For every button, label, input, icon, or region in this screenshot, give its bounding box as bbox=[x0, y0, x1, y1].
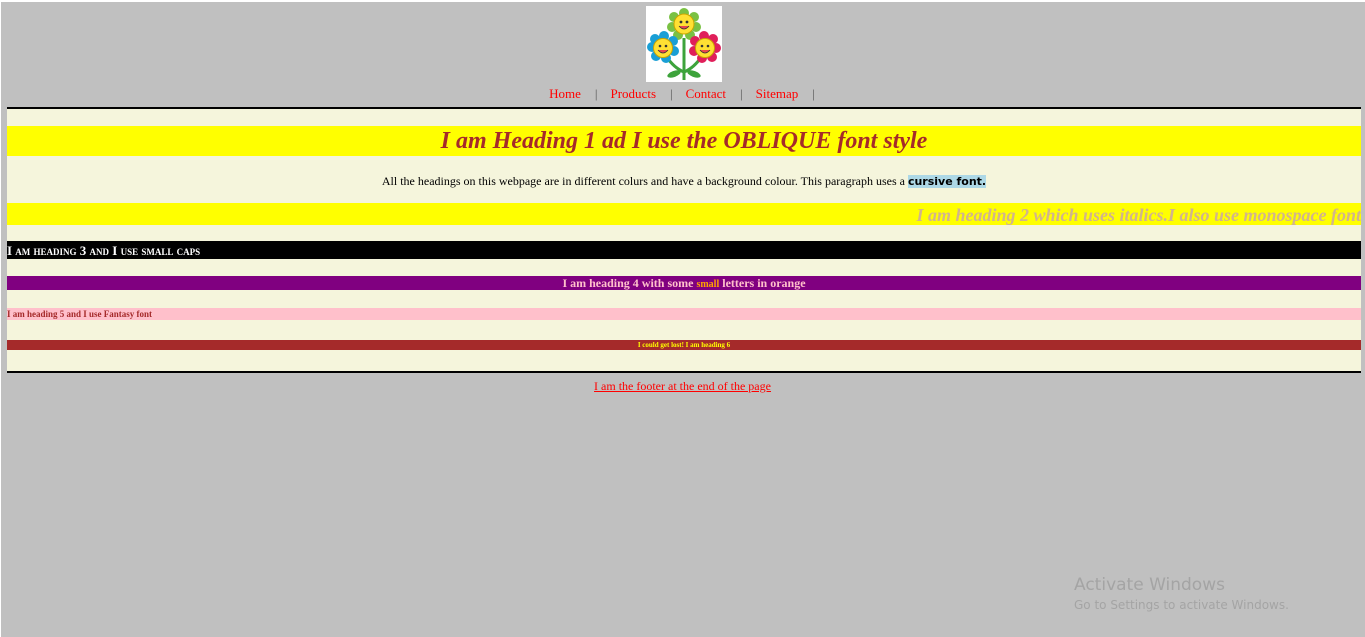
activate-windows-watermark: Activate Windows Go to Settings to activ… bbox=[1074, 574, 1289, 614]
nav-products-link[interactable]: Products bbox=[611, 86, 657, 101]
nav-separator: | bbox=[812, 86, 815, 101]
intro-paragraph: All the headings on this webpage are in … bbox=[7, 173, 1361, 190]
heading-2-text: I am heading 2 which uses italics.I also… bbox=[916, 205, 1361, 225]
nav-contact-link[interactable]: Contact bbox=[686, 86, 726, 101]
nav-separator: | bbox=[740, 86, 743, 101]
nav-separator: | bbox=[594, 86, 598, 101]
intro-paragraph-text: All the headings on this webpage are in … bbox=[381, 174, 908, 188]
main-nav: Home | Products | Contact | Sitemap | bbox=[0, 86, 1365, 102]
heading-4-small-word: small bbox=[696, 279, 720, 290]
heading-4: I am heading 4 with some small letters i… bbox=[7, 276, 1361, 290]
watermark-subtitle: Go to Settings to activate Windows. bbox=[1074, 598, 1289, 612]
nav-sitemap-link[interactable]: Sitemap bbox=[756, 86, 799, 101]
heading-6: I could get lost! I am heading 6 bbox=[7, 340, 1361, 350]
footer-link[interactable]: I am the footer at the end of the page bbox=[594, 379, 771, 393]
cursive-font-highlight: cursive font. bbox=[907, 175, 987, 188]
top-edge bbox=[0, 0, 1365, 2]
heading-1: I am Heading 1 ad I use the OBLIQUE font… bbox=[7, 126, 1361, 156]
main-content: I am Heading 1 ad I use the OBLIQUE font… bbox=[7, 107, 1361, 373]
heading-4-text-start: I am heading 4 with some bbox=[562, 276, 697, 290]
heading-3: I am heading 3 and I use small caps bbox=[7, 241, 1361, 259]
nav-separator: | bbox=[670, 86, 673, 101]
page-footer: I am the footer at the end of the page bbox=[0, 378, 1365, 394]
heading-2: I am heading 2 which uses italics.I also… bbox=[7, 203, 1361, 225]
flowers-logo-icon bbox=[646, 6, 722, 82]
heading-4-text-end: letters in orange bbox=[719, 276, 806, 290]
heading-5: I am heading 5 and I use Fantasy font bbox=[7, 308, 1361, 320]
watermark-title: Activate Windows bbox=[1074, 575, 1225, 595]
nav-home-link[interactable]: Home bbox=[549, 86, 581, 101]
